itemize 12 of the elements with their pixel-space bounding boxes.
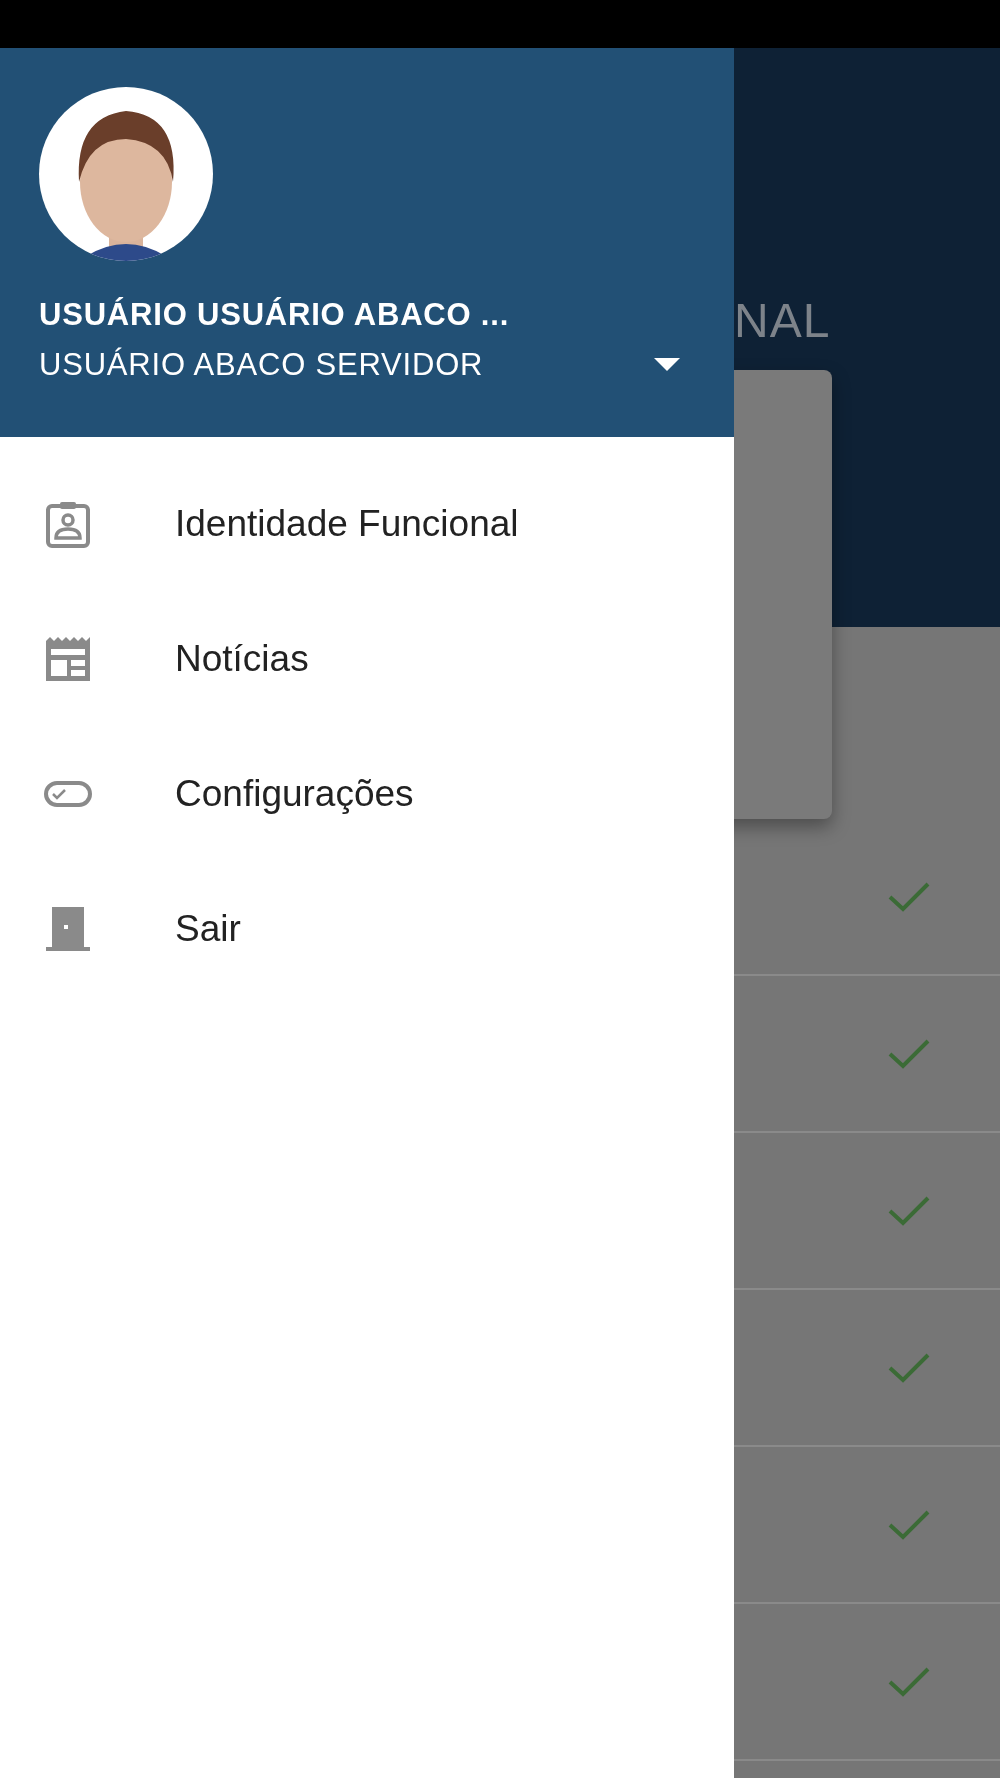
caret-icon[interactable] xyxy=(654,358,680,372)
id-badge-icon xyxy=(44,499,92,548)
user-name: USUÁRIO USUÁRIO ABACO ... xyxy=(39,297,510,333)
menu-item[interactable]: Notícias xyxy=(0,591,734,726)
menu-item[interactable]: Sair xyxy=(0,861,734,996)
page-title: NAL xyxy=(734,293,831,348)
avatar-icon xyxy=(39,87,213,261)
user-role: USUÁRIO ABACO SERVIDOR xyxy=(39,347,484,383)
menu-item[interactable]: Identidade Funcional xyxy=(0,456,734,591)
door-icon xyxy=(44,904,92,953)
menu-item[interactable]: Configurações xyxy=(0,726,734,861)
newspaper-icon xyxy=(44,634,92,683)
